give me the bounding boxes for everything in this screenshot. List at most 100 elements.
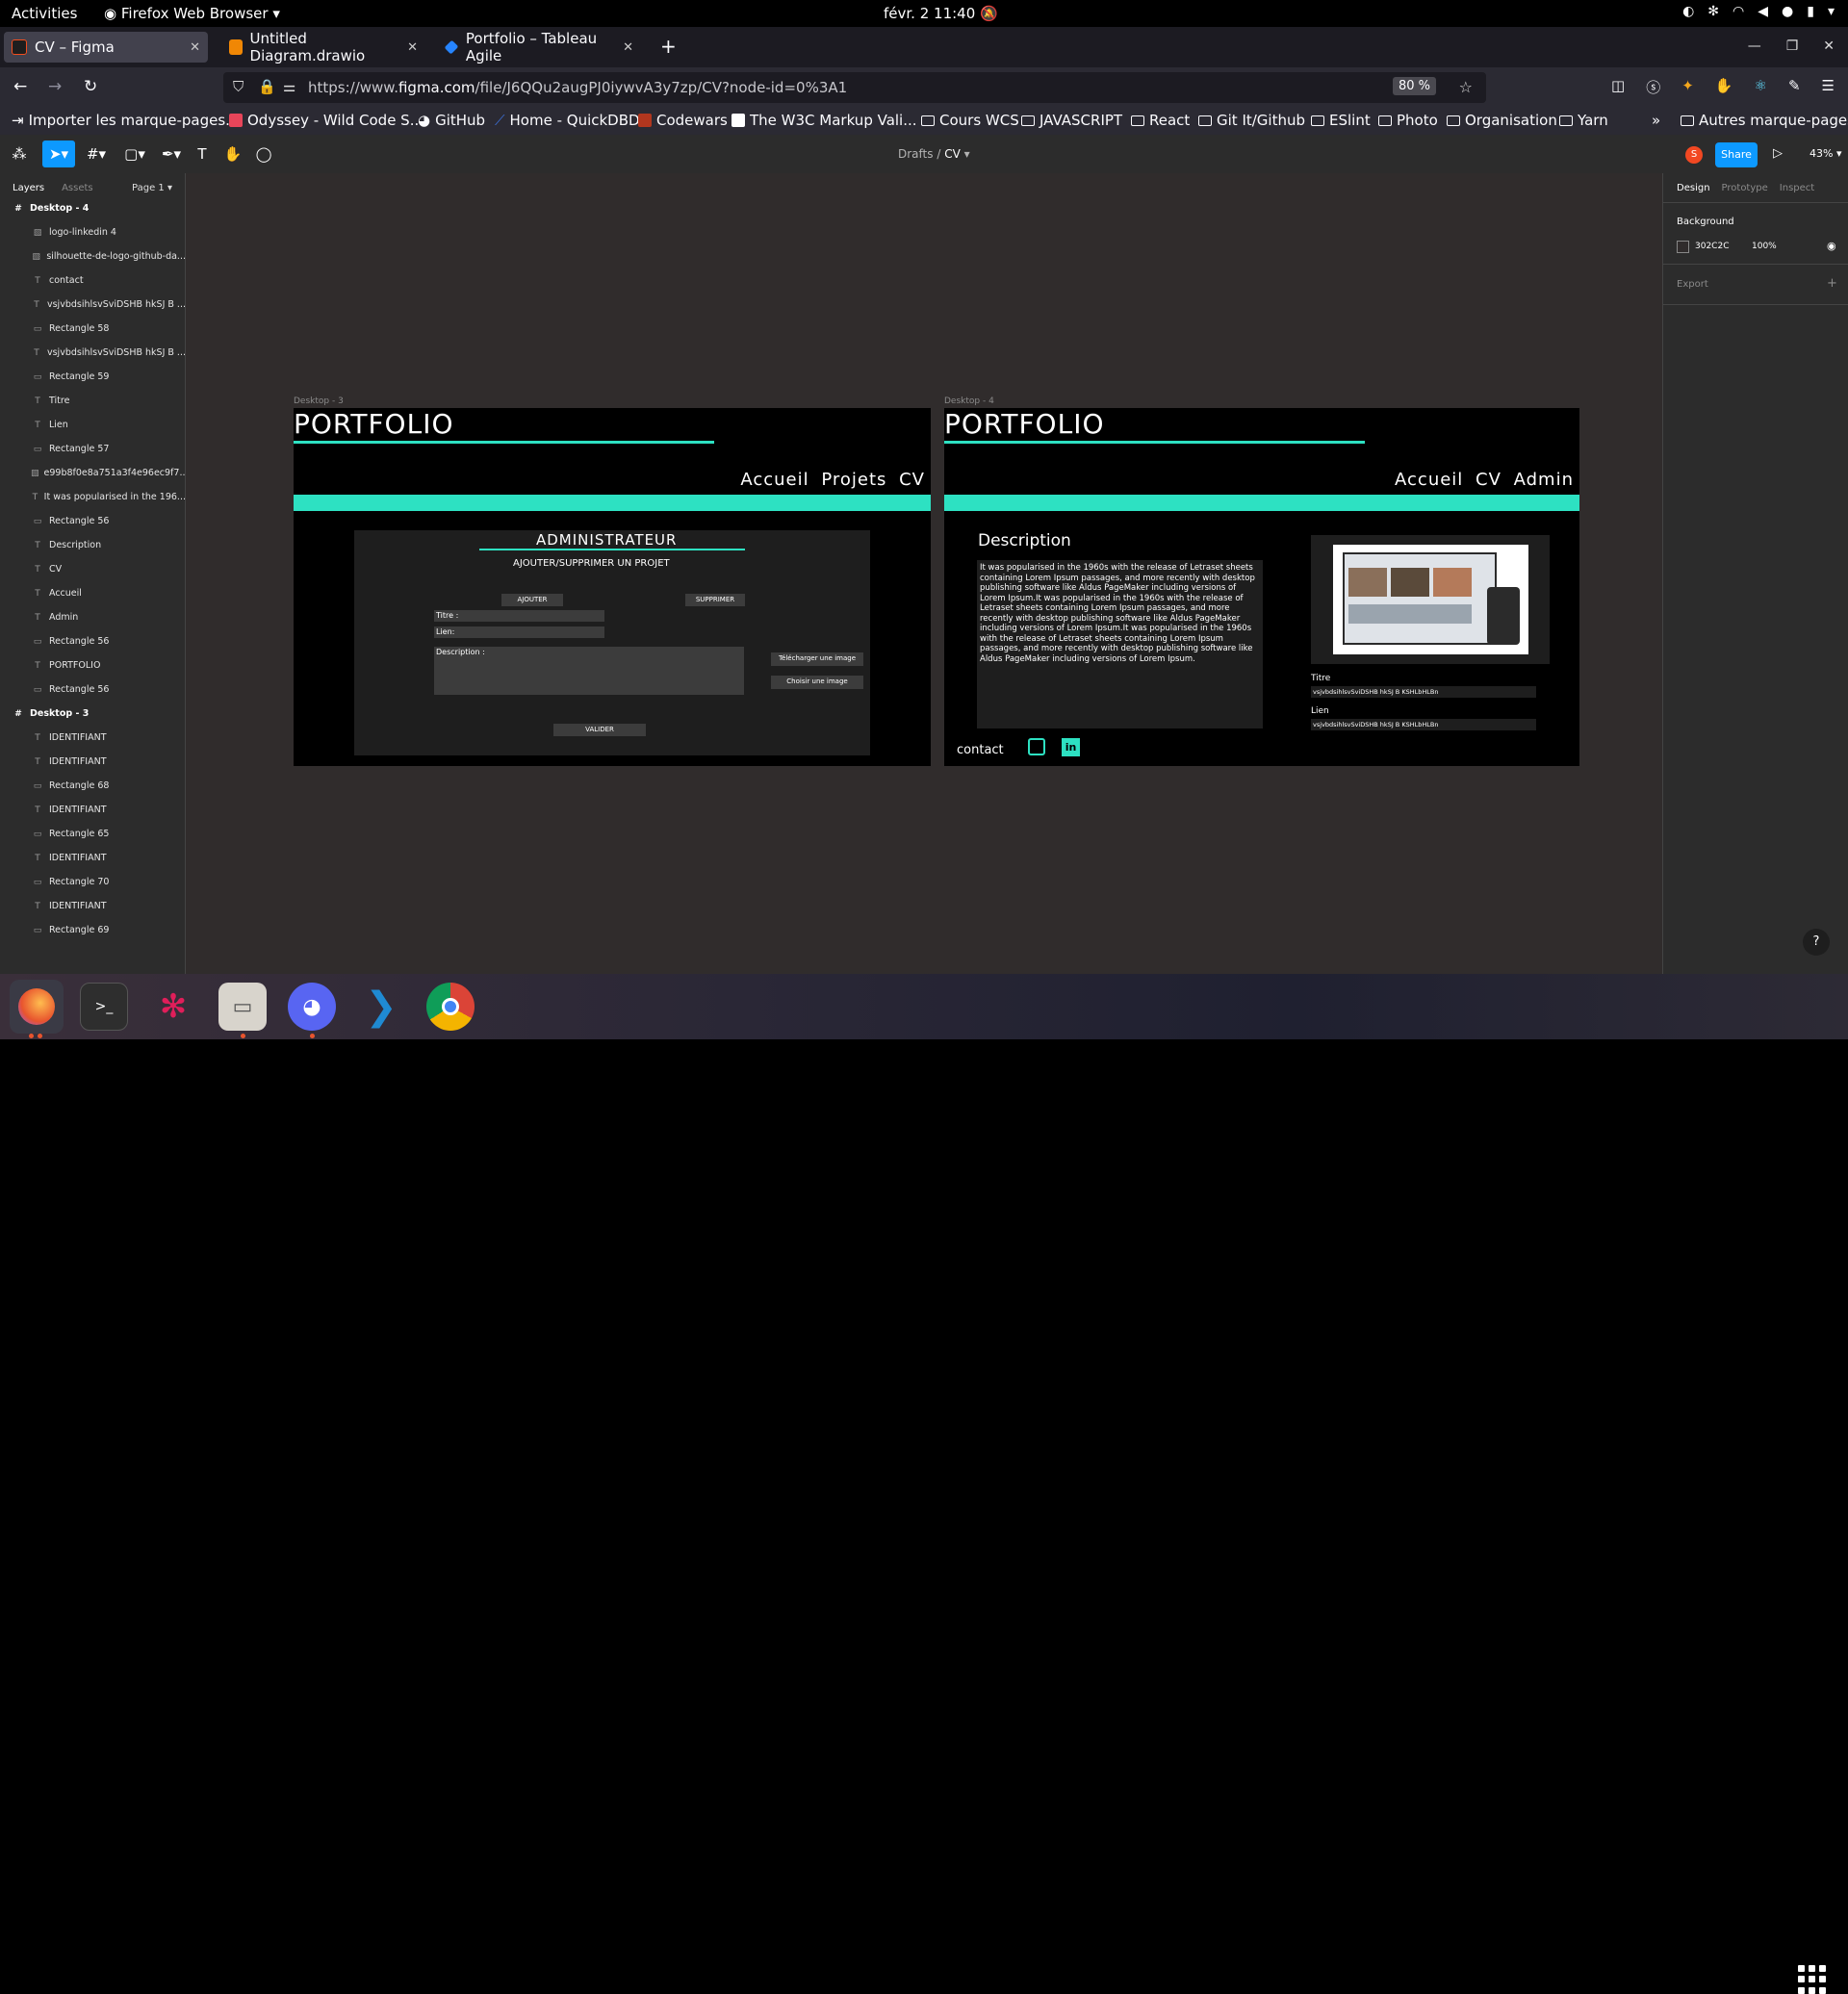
bookmarks-overflow-chevron-icon[interactable]: » bbox=[1652, 112, 1660, 129]
dock-slack[interactable]: ✻ bbox=[149, 983, 197, 1031]
bookmark-import[interactable]: ⇥ Importer les marque-pages... bbox=[12, 112, 239, 129]
lock-icon[interactable]: 🔒 bbox=[258, 78, 276, 95]
discord-tray-icon[interactable]: ◐ bbox=[1682, 4, 1694, 19]
frame-label-desktop-4[interactable]: Desktop - 4 bbox=[944, 396, 994, 406]
layer-row[interactable]: T Admin bbox=[0, 605, 185, 629]
layer-row[interactable]: T IDENTIFIANT bbox=[0, 846, 185, 870]
layer-row[interactable]: ▭ Rectangle 56 bbox=[0, 509, 185, 533]
layer-row[interactable]: T IDENTIFIANT bbox=[0, 726, 185, 750]
slack-tray-icon[interactable]: ✻ bbox=[1707, 4, 1719, 19]
frame-label-desktop-3[interactable]: Desktop - 3 bbox=[294, 396, 344, 406]
dock-terminal[interactable]: >_ bbox=[80, 983, 128, 1031]
frame-tool-icon[interactable]: #▾ bbox=[83, 143, 110, 165]
choose-image-button[interactable]: Choisir une image bbox=[771, 676, 863, 689]
move-tool-icon[interactable]: ➤▾ bbox=[42, 141, 75, 167]
volume-icon[interactable]: ◀ bbox=[1758, 4, 1768, 19]
tab-inspect[interactable]: Inspect bbox=[1780, 183, 1814, 193]
layer-row[interactable]: T Lien bbox=[0, 413, 185, 437]
bookmark-folder-photo[interactable]: Photo bbox=[1378, 112, 1438, 129]
extension-red-icon[interactable]: ✋ bbox=[1715, 77, 1733, 97]
text-tool-icon[interactable]: T bbox=[189, 143, 216, 165]
close-window-icon[interactable]: ✕ bbox=[1823, 38, 1835, 54]
github-icon[interactable] bbox=[1028, 738, 1045, 755]
bookmark-github[interactable]: ◕ GitHub bbox=[418, 112, 485, 129]
breadcrumb-file-name[interactable]: CV bbox=[944, 147, 961, 161]
layer-row[interactable]: ▭ Rectangle 58 bbox=[0, 317, 185, 341]
url-text[interactable]: https://www.figma.com/file/J6QQu2augPJ0i… bbox=[308, 79, 847, 96]
layer-row[interactable]: ▭ Rectangle 68 bbox=[0, 774, 185, 798]
description-field[interactable]: Description : bbox=[434, 647, 744, 695]
layer-row[interactable]: ▭ Rectangle 56 bbox=[0, 677, 185, 702]
power-menu-icon[interactable]: ▾ bbox=[1828, 4, 1835, 19]
tab-design[interactable]: Design bbox=[1677, 183, 1710, 193]
background-opacity-input[interactable]: 100% bbox=[1752, 242, 1777, 251]
bookmark-folder-git[interactable]: Git It/Github bbox=[1198, 112, 1305, 129]
layer-row[interactable]: T Accueil bbox=[0, 581, 185, 605]
avatar[interactable]: S bbox=[1685, 146, 1703, 164]
bookmark-folder-eslint[interactable]: ESlint bbox=[1311, 112, 1371, 129]
app-grid-icon[interactable] bbox=[1798, 1965, 1827, 1994]
visibility-eye-icon[interactable]: ◉ bbox=[1827, 240, 1836, 252]
comment-tool-icon[interactable]: ◯ bbox=[250, 143, 277, 165]
dock-files[interactable]: ▭ bbox=[218, 983, 267, 1031]
minimize-icon[interactable]: — bbox=[1748, 38, 1761, 54]
extension-translate-icon[interactable]: ✦ bbox=[1681, 77, 1694, 97]
layer-row-frame[interactable]: # Desktop - 4 bbox=[0, 196, 185, 220]
figma-canvas[interactable]: Desktop - 3 PORTFOLIO Accueil Projets CV… bbox=[186, 173, 1662, 974]
bookmark-folder-javascript[interactable]: JAVASCRIPT bbox=[1021, 112, 1122, 129]
dock-discord[interactable]: ◕ bbox=[288, 983, 336, 1031]
bookmark-odyssey[interactable]: Odyssey - Wild Code S... bbox=[229, 112, 424, 129]
close-tab-icon[interactable]: ✕ bbox=[623, 40, 633, 55]
new-tab-plus-icon[interactable]: + bbox=[660, 35, 677, 58]
layer-row[interactable]: ▧ silhouette-de-logo-github-da... bbox=[0, 244, 185, 268]
layer-row-frame[interactable]: # Desktop - 3 bbox=[0, 702, 185, 726]
layer-row[interactable]: T IDENTIFIANT bbox=[0, 798, 185, 822]
activities-button[interactable]: Activities bbox=[12, 5, 77, 22]
validate-button[interactable]: VALIDER bbox=[553, 724, 646, 736]
layer-row[interactable]: T PORTFOLIO bbox=[0, 653, 185, 677]
add-export-plus-icon[interactable]: + bbox=[1827, 276, 1837, 291]
tab-prototype[interactable]: Prototype bbox=[1722, 183, 1768, 193]
tab-assets[interactable]: Assets bbox=[62, 183, 93, 193]
layer-row[interactable]: T It was popularised in the 196... bbox=[0, 485, 185, 509]
close-tab-icon[interactable]: ✕ bbox=[407, 40, 418, 55]
breadcrumb[interactable]: Drafts / CV ▾ bbox=[898, 147, 970, 161]
link-field[interactable]: Lien: bbox=[434, 626, 604, 638]
pocket-icon[interactable]: ◫ bbox=[1611, 77, 1625, 97]
url-bar[interactable]: ⛉ 🔒 ⚌ https://www.figma.com/file/J6QQu2a… bbox=[223, 72, 1486, 103]
back-arrow-icon[interactable]: ← bbox=[13, 77, 27, 96]
bookmark-folder-organisation[interactable]: Organisation bbox=[1447, 112, 1557, 129]
tab-cv-figma[interactable]: CV – Figma ✕ bbox=[4, 32, 208, 63]
permissions-icon[interactable]: ⚌ bbox=[283, 78, 295, 95]
tab-drawio[interactable]: Untitled Diagram.drawio ✕ bbox=[221, 30, 425, 64]
react-devtools-icon[interactable]: ⚛ bbox=[1755, 77, 1767, 97]
tab-jira-portfolio[interactable]: Portfolio – Tableau Agile ✕ bbox=[437, 30, 641, 64]
shield-icon[interactable]: ⛉ bbox=[233, 78, 244, 95]
app-menu[interactable]: ◉ Firefox Web Browser ▾ bbox=[104, 5, 280, 22]
download-image-button[interactable]: Télécharger une image bbox=[771, 652, 863, 666]
canvas-zoom-dropdown[interactable]: 43% ▾ bbox=[1810, 147, 1841, 160]
background-hex-input[interactable]: 302C2C bbox=[1695, 242, 1729, 251]
dock-chrome[interactable] bbox=[426, 983, 475, 1031]
bookmark-star-icon[interactable]: ☆ bbox=[1459, 78, 1473, 96]
bookmark-folder-react[interactable]: React bbox=[1131, 112, 1190, 129]
frame-desktop-3[interactable]: PORTFOLIO Accueil Projets CV ADMINISTRAT… bbox=[294, 408, 931, 766]
forward-arrow-icon[interactable]: → bbox=[48, 77, 62, 96]
zoom-level-badge[interactable]: 80 % bbox=[1392, 77, 1436, 95]
layer-row[interactable]: T IDENTIFIANT bbox=[0, 894, 185, 918]
hand-tool-icon[interactable]: ✋ bbox=[219, 143, 246, 165]
background-color-swatch[interactable] bbox=[1677, 241, 1689, 253]
layer-row[interactable]: Tcontact bbox=[0, 268, 185, 293]
layer-row[interactable]: ▭ Rectangle 59 bbox=[0, 365, 185, 389]
layer-row[interactable]: ▭ Rectangle 70 bbox=[0, 870, 185, 894]
layer-row[interactable]: TvsjvbdsihlsvSviDSHB hkSJ B ... bbox=[0, 293, 185, 317]
clock[interactable]: févr. 2 11:40 🔕 bbox=[884, 5, 998, 22]
layer-row[interactable]: ▭ Rectangle 65 bbox=[0, 822, 185, 846]
title-field[interactable]: Titre : bbox=[434, 610, 604, 622]
bookmark-codewars[interactable]: Codewars bbox=[638, 112, 728, 129]
layer-row[interactable]: T Titre bbox=[0, 389, 185, 413]
layer-row[interactable]: ▧ e99b8f0e8a751a3f4e96ec9f7... bbox=[0, 461, 185, 485]
help-button[interactable]: ? bbox=[1803, 929, 1830, 956]
extension-s-icon[interactable]: ⓢ bbox=[1646, 77, 1660, 97]
bookmark-folder-others[interactable]: Autres marque-pages bbox=[1681, 112, 1848, 129]
